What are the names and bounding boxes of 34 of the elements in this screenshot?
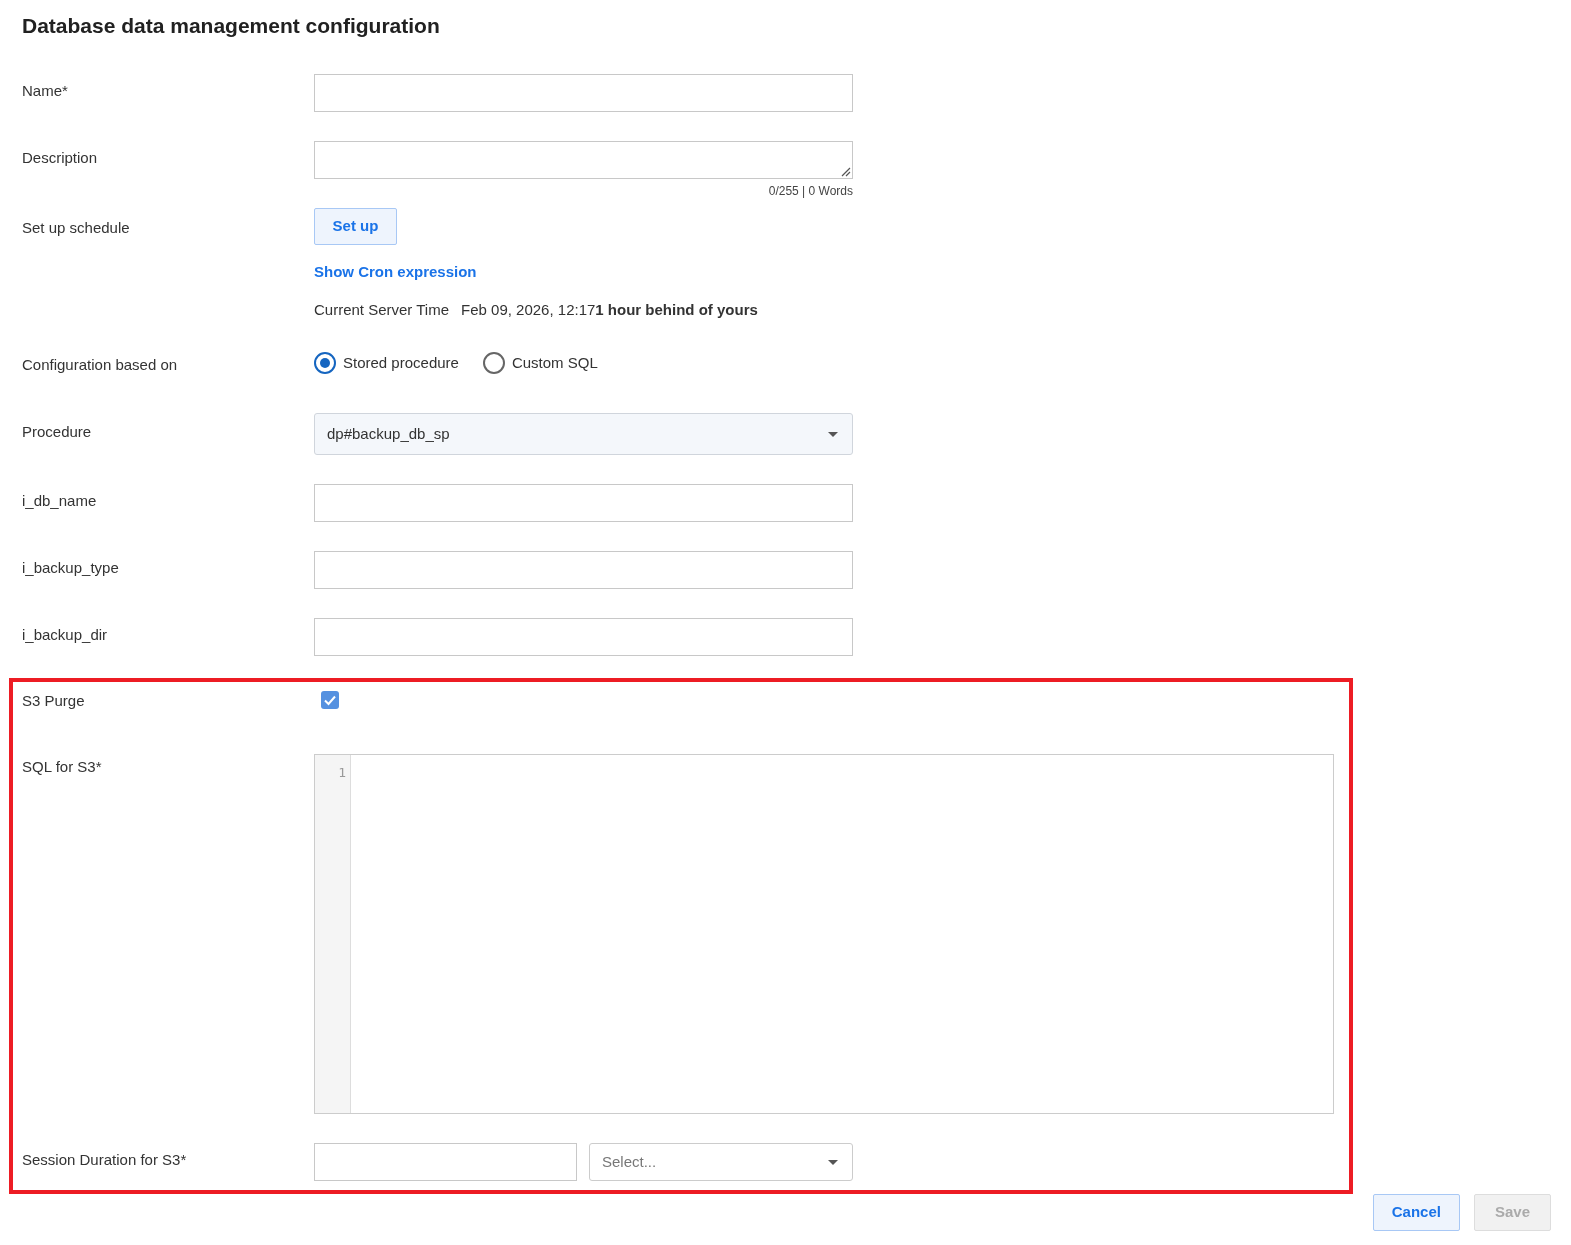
caret-icon	[828, 431, 838, 437]
text-field[interactable]	[314, 1143, 577, 1181]
text-field[interactable]	[314, 618, 853, 656]
field-label: SQL for S3*	[22, 758, 102, 775]
page-title: Database data management configuration	[22, 13, 440, 39]
description-field[interactable]	[314, 141, 853, 179]
field-label: Description	[22, 149, 98, 166]
field-label: Set up schedule	[22, 219, 130, 236]
text-field[interactable]	[314, 484, 853, 522]
resize-handle-icon	[841, 167, 851, 177]
field-label: Name*	[22, 82, 68, 99]
field-label: Session Duration for S3*	[22, 1151, 187, 1168]
cron-expression-link[interactable]: Show Cron expression	[314, 262, 477, 282]
procedure-dropdown[interactable]: dp#backup_db_sp	[314, 413, 853, 455]
set-up-button[interactable]: Set up	[314, 208, 397, 245]
radio-option[interactable]: Custom SQL	[482, 352, 598, 374]
server-time-label: Current Server Time	[314, 300, 450, 320]
line-number: 1	[338, 764, 346, 782]
cancel-button[interactable]: Cancel	[1372, 1194, 1460, 1231]
caret-icon	[828, 1159, 838, 1165]
radio-option[interactable]: Stored procedure	[314, 352, 459, 374]
field-label: i_backup_dir	[22, 626, 108, 643]
checkbox[interactable]	[321, 691, 339, 709]
field-label: Configuration based on	[22, 356, 178, 373]
field-label: Procedure	[22, 423, 92, 440]
sql-editor[interactable]: 1	[314, 754, 1334, 1114]
text-field[interactable]	[314, 551, 853, 589]
field-label: i_db_name	[22, 492, 97, 509]
field-label: S3 Purge	[22, 692, 85, 709]
field-label: i_backup_type	[22, 559, 119, 576]
unit-dropdown[interactable]: Select...	[589, 1143, 853, 1181]
text-field[interactable]	[314, 74, 853, 112]
server-time: Feb 09, 2026, 12:171 hour behind of yours	[461, 300, 758, 320]
character-counter: 0/255 | 0 Words	[768, 183, 853, 199]
